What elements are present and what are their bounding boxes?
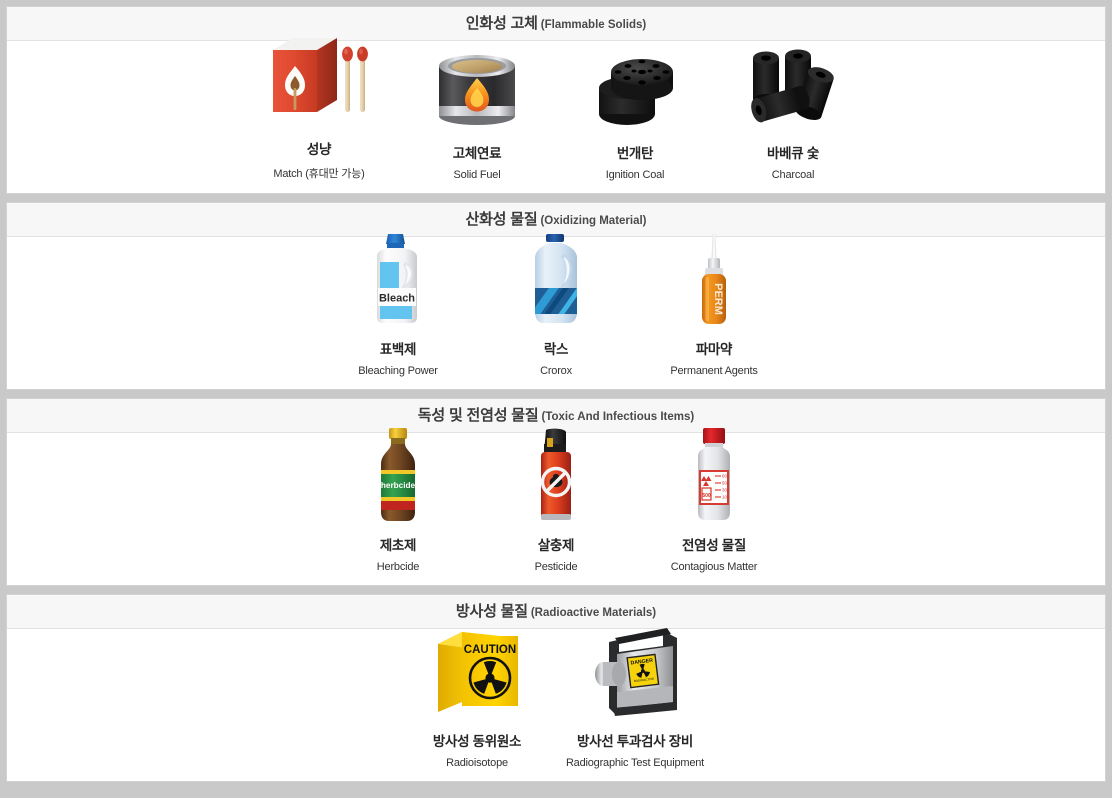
item-label-en: Match (휴대만 가능) [273,168,365,180]
svg-text:300: 300 [722,488,730,493]
item-label-ko: 제초제 [379,538,417,553]
item-label-en: Crorox [540,365,572,377]
item-label-en: Bleaching Power [358,365,438,377]
section-body-toxic-infectious: herbcide 제초제 Herbcide 살충제 Pesticide 500 … [7,428,1105,585]
item-label-en: Contagious Matter [670,561,758,573]
pesticide-spray-icon [530,420,582,524]
item-label-ko: 고체연료 [452,146,502,161]
item-card-ignition-coal[interactable]: 번개탄 Ignition Coal [556,28,714,181]
item-label-ko: 락스 [543,342,569,357]
perm-label-text: PERM [712,283,724,315]
item-card-radiographic-equipment[interactable]: DANGER RADIOACTIVE 방사선 투과검사 장비 Radiograp… [556,616,714,769]
item-label-ko: 성냥 [306,142,332,157]
item-label-en: Pesticide [534,561,578,573]
item-card-bleach[interactable]: Bleach 표백제 Bleaching Power [319,224,477,377]
item-card-match[interactable]: 성냥 Match (휴대만 가능) [240,24,398,181]
item-label-ko: 전염성 물질 [681,538,747,553]
item-label-ko: 번개탄 [616,146,654,161]
contagious-matter-bottle-icon: 500 600 500 300 100 [686,420,742,524]
section-flammable-solids: 인화성 고체 (Flammable Solids) 성냥 Match (휴대만 … [6,6,1106,194]
item-card-charcoal[interactable]: 바베큐 숯 Charcoal [714,28,872,181]
item-label-en: Ignition Coal [605,169,665,181]
item-card-solid-fuel[interactable]: 고체연료 Solid Fuel [398,28,556,181]
ignition-coal-icon [587,28,683,132]
radiographic-equipment-icon: DANGER RADIOACTIVE [585,616,685,720]
item-label-ko: 살충제 [537,538,575,553]
section-toxic-infectious: 독성 및 전염성 물질(Toxic And Infectious Items) [6,398,1106,586]
section-body-oxidizing-material: Bleach 표백제 Bleaching Power 락스 Crorox PER… [7,234,1105,389]
matchbox-icon [265,24,373,128]
item-label-ko: 바베큐 숯 [767,146,819,161]
item-label-ko: 파마약 [695,342,733,357]
item-label-ko: 방사선 투과검사 장비 [577,734,693,749]
item-card-contagious[interactable]: 500 600 500 300 100 전염성 물질 Contagious Ma… [635,420,793,573]
section-body-flammable-solids: 성냥 Match (휴대만 가능) 고체연료 Solid Fuel 번개탄 Ig… [7,38,1105,193]
svg-text:500: 500 [702,493,711,499]
item-card-herbicide[interactable]: herbcide 제초제 Herbcide [319,420,477,573]
item-label-ko: 방사성 동위원소 [432,734,522,749]
item-label-en: Radiographic Test Equipment [565,757,705,769]
bleach-bottle-icon: Bleach [361,224,435,328]
herbicide-label-text: herbcide [381,481,416,490]
caution-text: CAUTION [464,644,516,656]
item-card-perm[interactable]: PERM 파마약 Permanent Agents [635,224,793,377]
section-body-radioactive-materials: CAUTION 방사성 동위원소 Radioisotope DANGER RAD… [7,628,1105,781]
radioisotope-box-icon: CAUTION [428,616,526,720]
item-label-en: Radioisotope [446,757,508,769]
solid-fuel-can-icon [431,28,523,132]
section-radioactive-materials: 방사성 물질 (Radioactive Materials) CAUTION 방… [6,594,1106,782]
item-card-radioisotope[interactable]: CAUTION 방사성 동위원소 Radioisotope [398,616,556,769]
perm-agent-icon: PERM [684,224,744,328]
charcoal-icon [741,28,845,132]
item-card-crorox[interactable]: 락스 Crorox [477,224,635,377]
item-label-en: Herbcide [376,561,420,573]
bleach-label-text: Bleach [379,293,415,305]
item-label-ko: 표백제 [379,342,417,357]
item-label-en: Permanent Agents [670,365,758,377]
item-label-en: Charcoal [771,169,815,181]
hazardous-items-page: 인화성 고체 (Flammable Solids) 성냥 Match (휴대만 … [0,0,1112,798]
section-oxidizing-material: 산화성 물질 (Oxidizing Material) Bleach 표백제 B… [6,202,1106,390]
herbicide-bottle-icon: herbcide [369,420,427,524]
item-label-en: Solid Fuel [453,169,501,181]
svg-text:600: 600 [722,474,730,479]
item-card-pesticide[interactable]: 살충제 Pesticide [477,420,635,573]
svg-text:500: 500 [722,481,730,486]
crorox-bottle-icon [523,224,589,328]
svg-text:100: 100 [722,495,730,500]
